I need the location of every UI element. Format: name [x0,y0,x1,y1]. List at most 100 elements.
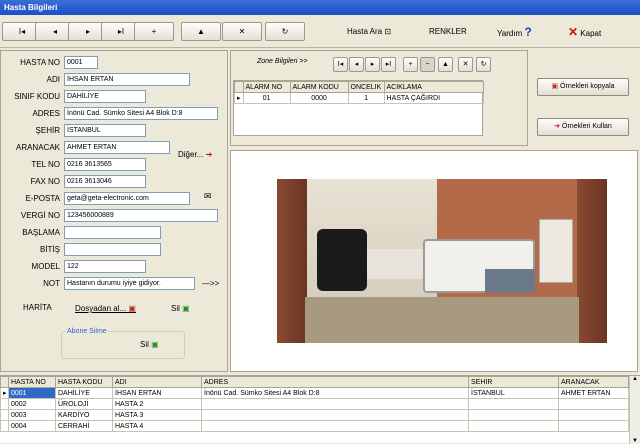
grid-cell[interactable] [468,409,559,421]
hospital-room-image [277,179,607,343]
grid-cell[interactable]: CERRAHİ [55,420,113,432]
zone-col-header[interactable]: ACIKLAMA [383,81,485,93]
grid-cell[interactable] [558,420,629,432]
grid-cell[interactable] [468,398,559,410]
grid-cell[interactable] [201,398,469,410]
table-row[interactable]: 0002 ÜROLOJİ HASTA 2 [0,398,629,410]
grid-cell[interactable] [558,398,629,410]
model-field[interactable]: 122 [64,260,146,273]
baslama-field[interactable] [64,226,161,239]
grid-cell[interactable]: HASTA 4 [112,420,202,432]
use-samples-icon: ➔ [554,123,561,130]
vertical-scrollbar[interactable]: ▲ ▼ [629,376,640,444]
zone-remove-button[interactable]: − [420,57,435,72]
dosyadan-al-button[interactable]: Dosyadan al... ▣ [75,304,136,313]
grid-col-header[interactable]: ADRES [201,376,469,388]
hasta-no-field[interactable]: 0001 [64,56,98,69]
ornekleri-kopyala-label: Örnekleri kopyala [560,83,615,90]
open-file-icon: ▣ [128,304,136,313]
grid-cell[interactable] [201,420,469,432]
grid-cell[interactable]: 0003 [8,409,56,421]
grid-cell[interactable] [201,409,469,421]
not-expand-button[interactable]: —>> [202,279,219,288]
table-row[interactable]: 0004 CERRAHİ HASTA 4 [0,420,629,432]
eposta-label: E-POSTA [25,194,60,203]
scroll-up-icon[interactable]: ▲ [630,376,640,382]
add-record-button[interactable]: + [134,22,174,41]
dosyadan-al-label: Dosyadan al... [75,304,127,313]
zone-cancel-button[interactable]: ✕ [458,57,473,72]
refresh-button[interactable]: ↻ [265,22,305,41]
zone-cell[interactable]: 1 [347,92,385,104]
grid-col-header[interactable]: HASTA KODU [55,376,113,388]
zone-prev-button[interactable]: ◂ [349,57,364,72]
grid-cell[interactable]: HASTA 2 [112,398,202,410]
zone-add-button[interactable]: + [403,57,418,72]
grid-col-header[interactable]: ADI [112,376,202,388]
diger-button[interactable]: Diğer... ➔ [178,149,212,161]
renkler-button[interactable]: RENKLER [429,25,467,39]
abone-sil-button[interactable]: Sil ▣ [140,340,159,349]
zone-cell[interactable]: HASTA ÇAĞIRDI [383,92,485,104]
grid-cell[interactable] [558,409,629,421]
scroll-down-icon[interactable]: ▼ [630,438,640,444]
edit-record-button[interactable]: ▲ [181,22,221,41]
ornekleri-kopyala-button[interactable]: ▣ Örnekleri kopyala [537,78,629,96]
tel-no-field[interactable]: 0216 3613565 [64,158,146,171]
harita-sil-button[interactable]: Sil ▣ [171,304,190,313]
zone-refresh-button[interactable]: ↻ [476,57,491,72]
delete-record-button[interactable]: ✕ [222,22,262,41]
grid-cell[interactable]: KARDİYO [55,409,113,421]
adres-field[interactable]: İnönü Cad. Sümko Sitesi A4 Blok D:8 [64,107,218,120]
zone-col-header[interactable]: ONCELIK [347,81,385,93]
grid-cell[interactable]: İSTANBUL [468,387,559,399]
hasta-ara-button[interactable]: Hasta Ara ⊡ [347,25,391,39]
close-icon: ✕ [568,25,579,39]
zone-col-header[interactable]: ALARM KODU [289,81,349,93]
grid-cell[interactable]: 0001 [8,387,56,399]
zone-last-button[interactable]: ▸I [381,57,396,72]
fax-no-field[interactable]: 0216 3613046 [64,175,146,188]
sinif-kodu-field[interactable]: DAHİLİYE [64,90,146,103]
zone-first-button[interactable]: I◂ [333,57,348,72]
zone-grid: ALARM NO ALARM KODU ONCELIK ACIKLAMA ▸ 0… [233,80,485,136]
zone-next-button[interactable]: ▸ [365,57,380,72]
aranacak-field[interactable]: AHMET ERTAN [64,141,170,154]
zone-row[interactable]: ▸ 01 0000 1 HASTA ÇAĞIRDI [234,92,485,104]
fax-no-label: FAX NO [30,177,60,186]
grid-cell[interactable]: 0004 [8,420,56,432]
search-patient-icon: ⊡ [384,27,392,36]
bitis-field[interactable] [64,243,161,256]
yardim-label: Yardım [497,29,523,38]
grid-col-header[interactable]: ARANACAK [558,376,629,388]
sinif-kodu-label: SINIF KODU [14,92,60,101]
adi-field[interactable]: İHSAN ERTAN [64,73,190,86]
grid-cell[interactable]: İnönü Cad. Sümko Sitesi A4 Blok D:8 [201,387,469,399]
mail-icon[interactable]: ✉ [204,191,212,202]
grid-cell[interactable]: İHSAN ERTAN [112,387,202,399]
table-row[interactable]: ▸ 0001 DAHİLİYE İHSAN ERTAN İnönü Cad. S… [0,387,629,399]
grid-cell[interactable] [468,420,559,432]
yardim-button[interactable]: Yardım ? [497,25,532,41]
ornekleri-kullan-button[interactable]: ➔ Örnekleri Kullan [537,118,629,136]
zone-cell[interactable]: 0000 [289,92,349,104]
grid-cell[interactable]: ÜROLOJİ [55,398,113,410]
delete-map-icon: ▣ [182,304,190,313]
abone-silme-group: Abone Silme Sil ▣ [61,328,185,359]
kapat-button[interactable]: ✕ Kapat [568,25,601,41]
sehir-field[interactable]: İSTANBUL [64,124,146,137]
grid-col-header[interactable]: SEHIR [468,376,559,388]
zone-col-header[interactable]: ALARM NO [242,81,291,93]
zone-edit-button[interactable]: ▲ [438,57,453,72]
eposta-field[interactable]: geta@geta-electronic.com [64,192,190,205]
grid-col-header[interactable]: HASTA NO [8,376,56,388]
not-label: NOT [43,279,60,288]
zone-cell[interactable]: 01 [242,92,291,104]
grid-cell[interactable]: DAHİLİYE [55,387,113,399]
grid-cell[interactable]: HASTA 3 [112,409,202,421]
vergi-no-field[interactable]: 123456000889 [64,209,218,222]
grid-cell[interactable]: 0002 [8,398,56,410]
grid-cell[interactable]: AHMET ERTAN [558,387,629,399]
table-row[interactable]: 0003 KARDİYO HASTA 3 [0,409,629,421]
not-field[interactable]: Hastanın durumu iyiye gidiyor. [64,277,195,290]
